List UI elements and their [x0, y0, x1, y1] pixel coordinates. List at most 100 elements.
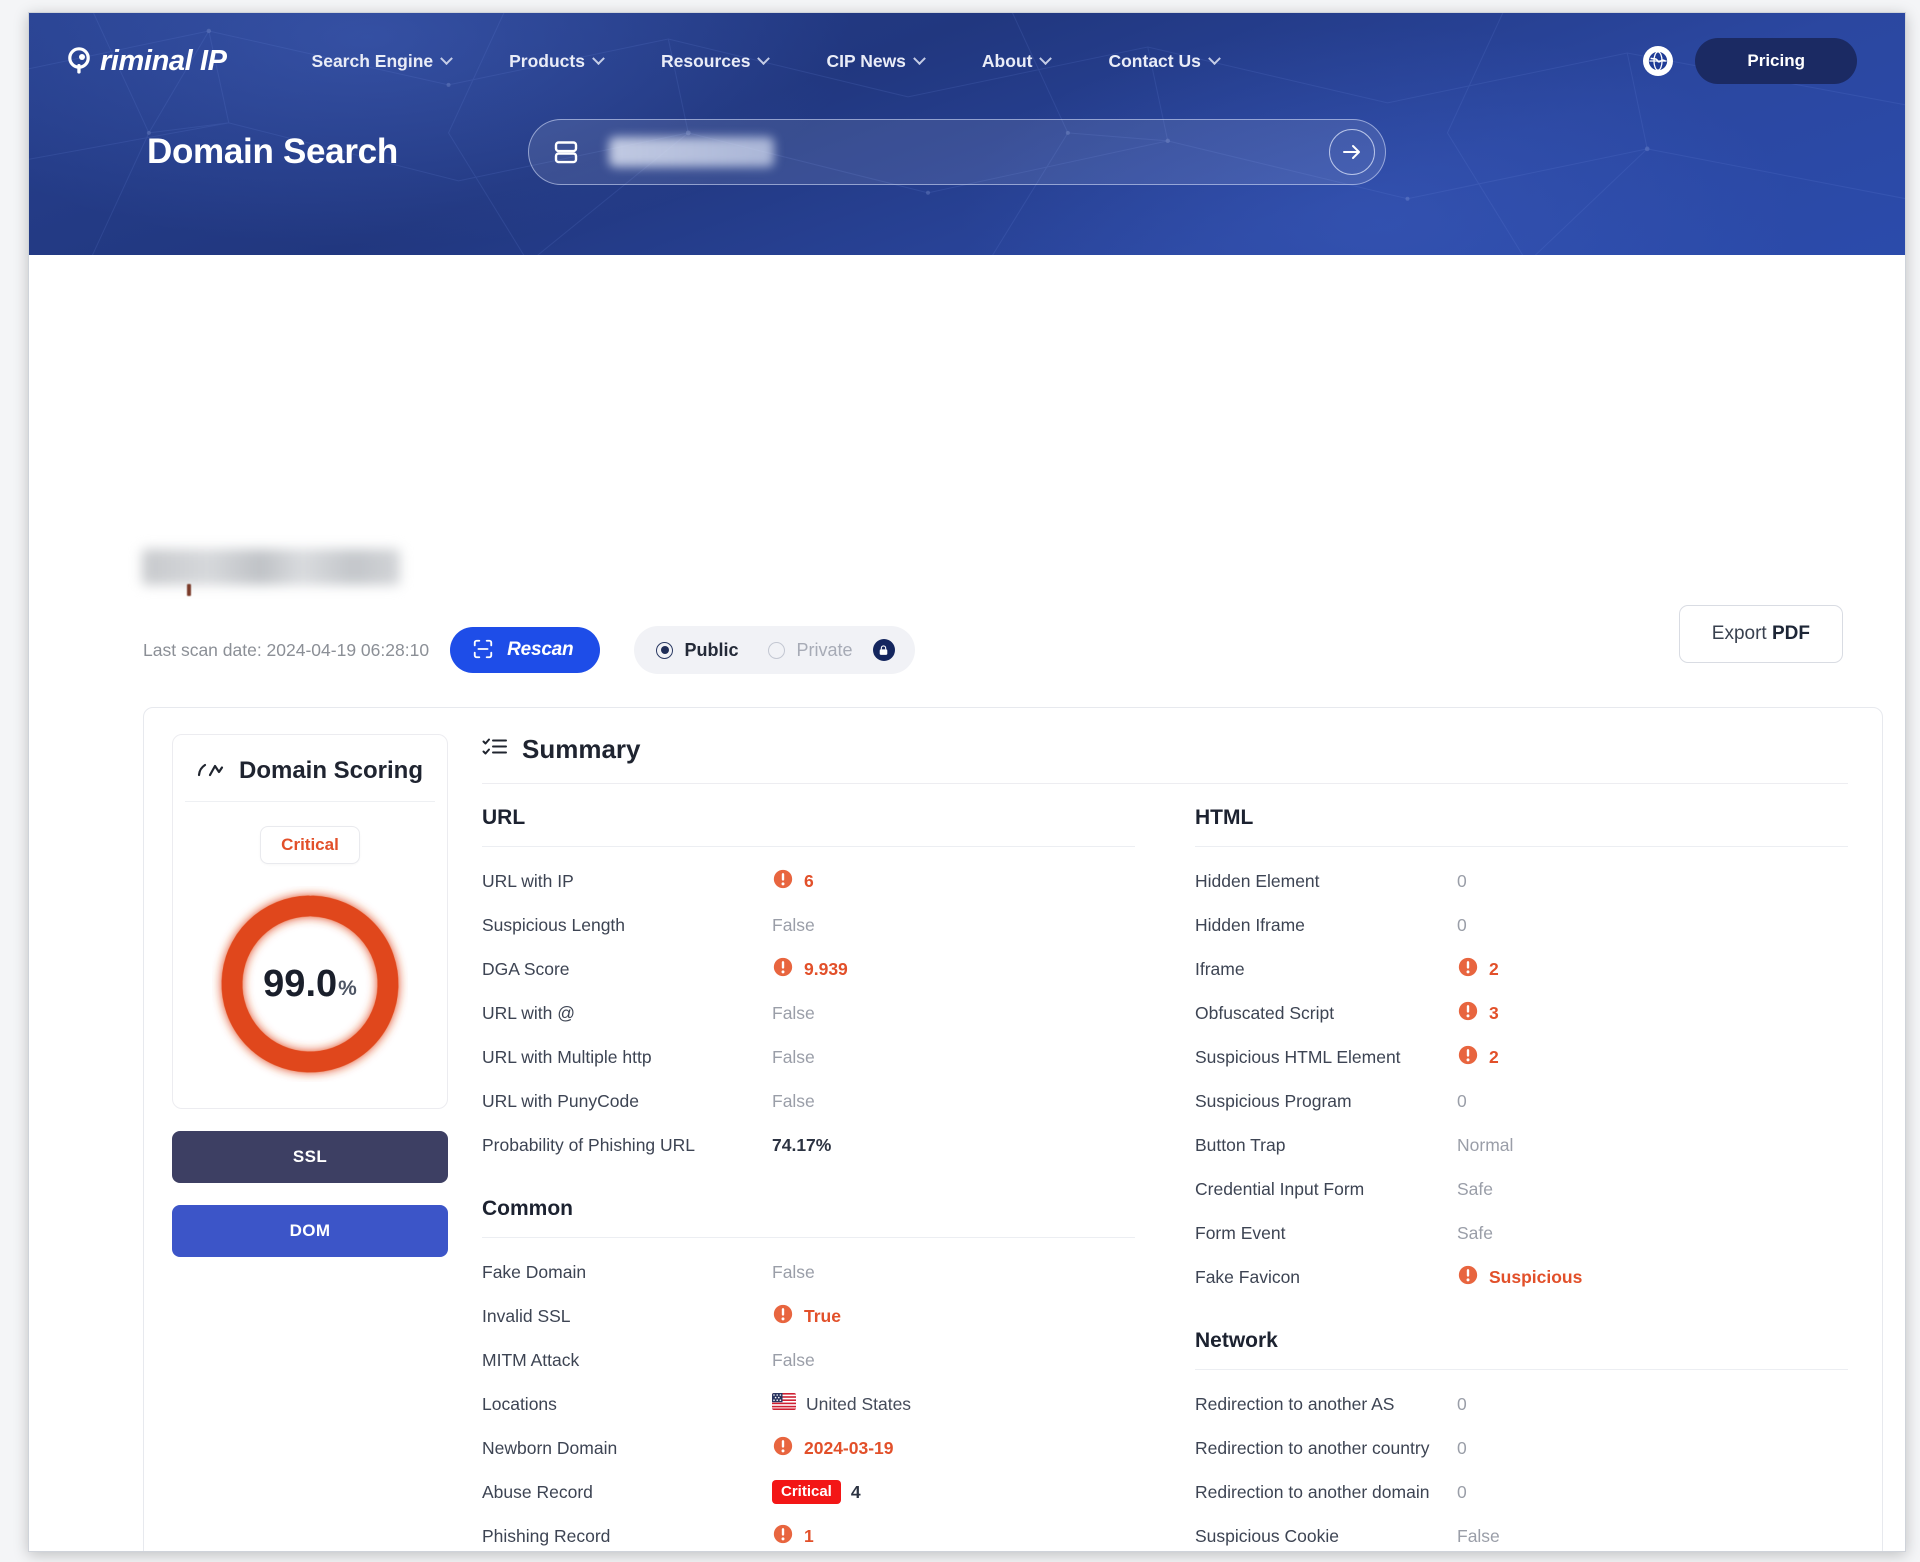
arrow-right-icon[interactable] [1328, 129, 1375, 175]
summary-row: Newborn Domain 2024-03-19 [482, 1426, 1135, 1470]
warning-icon [1457, 956, 1479, 983]
summary-row: Credential Input Form Safe [1195, 1167, 1848, 1211]
nav-item-about[interactable]: About [953, 43, 1080, 80]
summary-row: Hidden Element 0 [1195, 859, 1848, 903]
summary-row: Suspicious Cookie False [1195, 1514, 1848, 1551]
score-value-container: 99.0% [212, 886, 408, 1082]
row-value: False [772, 1046, 815, 1067]
section-divider [482, 1237, 1135, 1238]
row-value: False [772, 1349, 815, 1370]
row-value: 2 [1489, 958, 1499, 979]
export-pdf-button[interactable]: Export PDF [1678, 605, 1843, 663]
row-value-cell: 3 [1457, 1000, 1499, 1027]
summary-row: Suspicious Length False [482, 903, 1135, 947]
row-key: Redirection to another country [1195, 1437, 1430, 1458]
summary-row: Suspicious Program 0 [1195, 1079, 1848, 1123]
summary-row: Phishing Record 1 [482, 1514, 1135, 1551]
search-row: Domain Search [29, 109, 1905, 185]
row-value: 4 [850, 1481, 861, 1502]
row-value-cell: 6 [772, 868, 814, 895]
lock-icon[interactable] [872, 639, 895, 661]
nav-item-contact-us[interactable]: Contact Us [1079, 43, 1247, 80]
section-divider [1195, 846, 1848, 847]
score-gauge-icon [197, 759, 227, 784]
summary-header: Summary [482, 734, 1848, 783]
row-value-cell: 0 [1457, 915, 1467, 936]
ssl-button[interactable]: SSL [172, 1131, 448, 1183]
row-key: Fake Domain [482, 1261, 587, 1282]
section-rows-html: Hidden Element 0 Hidden Iframe 0 Iframe 2 Obfu… [1195, 859, 1848, 1299]
warning-icon [772, 868, 794, 895]
row-key: Obfuscated Script [1195, 1002, 1335, 1023]
row-value: 2024-03-19 [804, 1437, 894, 1458]
row-key: Probability of Phishing URL [482, 1134, 696, 1155]
summary-row: Fake Favicon Suspicious [1195, 1255, 1848, 1299]
chevron-down-icon [757, 51, 771, 65]
summary-row: Redirection to another country 0 [1195, 1426, 1848, 1470]
row-value-cell: 0 [1457, 1438, 1467, 1459]
summary-left-column: URL URL with IP 6 Suspicious Length False DG… [482, 806, 1135, 1551]
page-title: Domain Search [147, 132, 398, 171]
nav-item-resources[interactable]: Resources [632, 43, 798, 80]
row-value: 9.939 [804, 958, 848, 979]
redacted-search-value [608, 137, 774, 167]
report-card: Domain Scoring Critical 99.0 % SSL DOM S… [143, 707, 1883, 1551]
brand-name: riminal IP [100, 44, 227, 77]
row-key: Fake Favicon [1195, 1266, 1301, 1287]
row-key: MITM Attack [482, 1349, 580, 1370]
score-donut-chart: 99.0% [212, 886, 408, 1082]
checklist-icon [482, 736, 508, 763]
nav-label: CIP News [826, 50, 906, 71]
summary-row: Hidden Iframe 0 [1195, 903, 1848, 947]
scan-frame-icon [472, 638, 494, 663]
row-value-cell: 0 [1457, 1482, 1467, 1503]
export-format-label: PDF [1772, 623, 1810, 644]
page-root: riminal IP Search Engine Products Resour… [0, 0, 1920, 1562]
section-title-common: Common [482, 1197, 573, 1220]
row-value: 74.17% [772, 1134, 832, 1155]
domain-caret [187, 584, 191, 596]
summary-divider [482, 783, 1848, 784]
row-value-cell: False [772, 1003, 815, 1024]
nav-item-products[interactable]: Products [480, 43, 632, 80]
nav-item-search-engine[interactable]: Search Engine [283, 43, 481, 80]
section-rows-common: Fake Domain False Invalid SSL True MITM Atta… [482, 1250, 1135, 1551]
pricing-button[interactable]: Pricing [1695, 38, 1857, 84]
rescan-button[interactable]: Rescan [450, 627, 601, 673]
row-value: False [772, 1261, 815, 1282]
summary-row: Redirection to another AS 0 [1195, 1382, 1848, 1426]
row-value: False [772, 1002, 815, 1023]
header-actions: Pricing [1643, 38, 1905, 84]
row-value: True [804, 1305, 841, 1326]
nav-item-cip-news[interactable]: CIP News [797, 43, 952, 80]
row-value-cell: 2 [1457, 956, 1499, 983]
warning-icon [1457, 1044, 1479, 1071]
row-key: Phishing Record [482, 1525, 611, 1546]
radio-public[interactable]: Public [656, 640, 738, 661]
row-value: False [772, 1090, 815, 1111]
radio-private[interactable]: Private [768, 640, 853, 661]
warning-icon [772, 1523, 794, 1550]
row-key: Invalid SSL [482, 1305, 571, 1326]
browser-frame: riminal IP Search Engine Products Resour… [28, 12, 1906, 1552]
row-value-cell: 2024-03-19 [772, 1435, 894, 1462]
site-header: riminal IP Search Engine Products Resour… [29, 13, 1905, 255]
globe-icon[interactable] [1643, 46, 1674, 76]
summary-row: URL with Multiple http False [482, 1035, 1135, 1079]
row-value: 0 [1457, 870, 1467, 891]
row-value: 6 [804, 870, 814, 891]
domain-search-box[interactable] [527, 119, 1386, 185]
row-value: 2 [1489, 1046, 1499, 1067]
summary-right-column: HTML Hidden Element 0 Hidden Iframe 0 Iframe… [1195, 806, 1848, 1551]
row-value: Normal [1457, 1134, 1514, 1155]
summary-column: Summary URL URL with IP 6 Suspicious Lengt… [474, 708, 1882, 1551]
us-flag-icon [772, 1393, 796, 1415]
score-value: 99.0 [263, 962, 338, 1005]
summary-row: Obfuscated Script 3 [1195, 991, 1848, 1035]
row-value: 0 [1457, 1090, 1467, 1111]
score-suffix: % [338, 976, 357, 1000]
scoring-header: Domain Scoring [185, 757, 435, 802]
dom-button[interactable]: DOM [172, 1205, 448, 1257]
brand-logo[interactable]: riminal IP [65, 45, 227, 78]
row-key: Iframe [1195, 958, 1245, 979]
